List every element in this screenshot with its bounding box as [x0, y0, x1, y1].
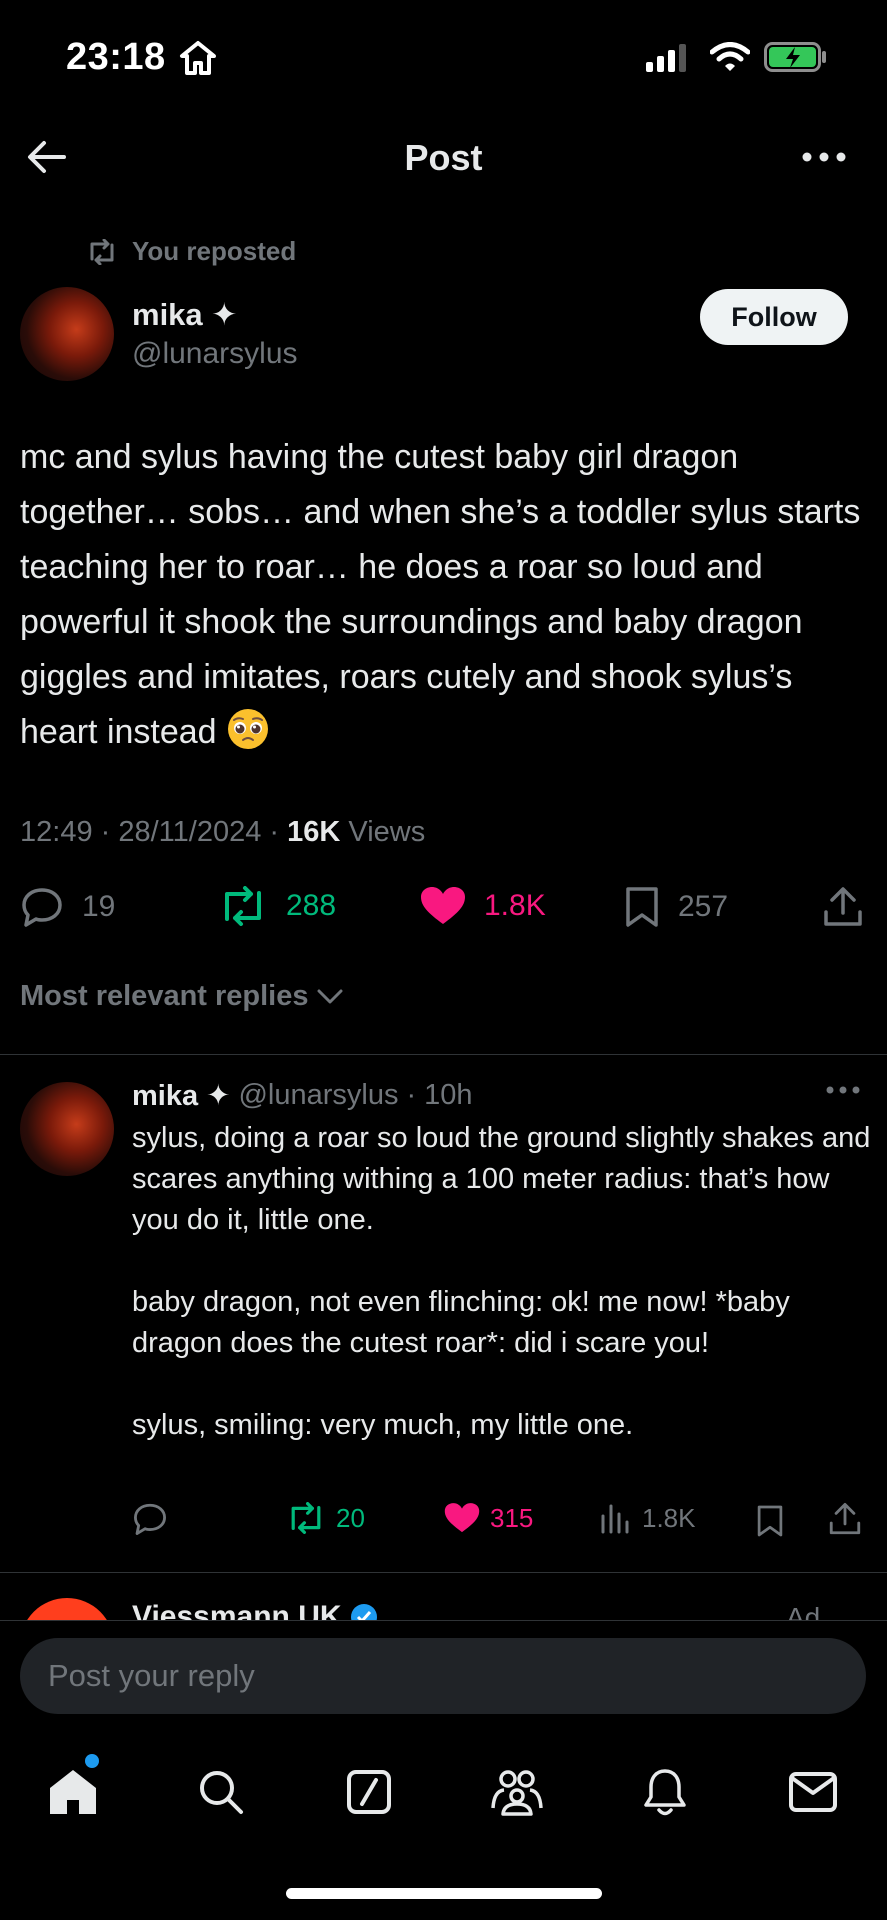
reply-share-button[interactable] — [828, 1502, 862, 1536]
reply-reply-button[interactable] — [132, 1502, 168, 1536]
repost-count: 288 — [286, 889, 337, 922]
replies-sort-dropdown[interactable]: Most relevant replies — [20, 980, 343, 1013]
reply-icon — [134, 1503, 166, 1535]
status-time: 23:18 — [66, 36, 166, 78]
reply-like-count: 315 — [490, 1502, 534, 1533]
ad-author-name-text: Viessmann UK — [132, 1600, 342, 1620]
post-text: mc and sylus having the cutest baby girl… — [20, 430, 870, 760]
views-chart-icon — [601, 1504, 629, 1534]
heart-filled-icon — [421, 887, 465, 924]
nav-home-tab[interactable] — [43, 1762, 103, 1822]
divider — [0, 1054, 887, 1055]
nav-communities-tab[interactable] — [487, 1762, 547, 1822]
author-handle[interactable]: @lunarsylus — [132, 337, 298, 371]
nav-search-tab[interactable] — [191, 1762, 251, 1822]
post-meta: 12:49 · 28/11/2024 · 16K Views — [20, 816, 426, 848]
reply-repost-button[interactable]: 20 — [286, 1502, 365, 1534]
share-button[interactable] — [822, 886, 864, 928]
reply-views-button[interactable]: 1.8K — [600, 1502, 696, 1534]
reply-input[interactable] — [20, 1638, 866, 1714]
author-avatar[interactable] — [20, 287, 114, 381]
reply-author-handle[interactable]: @lunarsylus — [238, 1079, 398, 1112]
share-icon — [824, 887, 862, 926]
battery-charging-icon — [764, 42, 828, 72]
reply-separator: · — [406, 1079, 417, 1111]
replies-sort-label: Most relevant replies — [20, 980, 309, 1012]
messages-envelope-icon — [789, 1772, 837, 1812]
notifications-bell-icon — [644, 1769, 686, 1816]
communities-icon — [491, 1770, 543, 1816]
author-name[interactable]: mika ✦ — [132, 297, 237, 333]
reply-bookmark-button[interactable] — [756, 1504, 784, 1538]
home-indicator — [286, 1888, 602, 1899]
post-time: 12:49 — [20, 816, 93, 848]
more-options-button[interactable] — [796, 140, 852, 174]
bookmark-count: 257 — [678, 890, 729, 923]
heart-filled-icon — [444, 1503, 480, 1533]
home-icon — [50, 1770, 96, 1814]
more-horizontal-icon — [802, 152, 846, 162]
page-title: Post — [404, 137, 483, 178]
reply-more-button[interactable] — [826, 1086, 860, 1094]
reply-count: 19 — [82, 890, 116, 923]
repost-context: You reposted — [86, 236, 296, 267]
reply-author-name[interactable]: mika ✦ — [132, 1078, 230, 1113]
bookmark-icon — [626, 887, 658, 927]
ad-avatar[interactable] — [20, 1598, 114, 1620]
search-icon — [200, 1771, 243, 1814]
verified-badge-icon — [350, 1604, 377, 1620]
pleading-face-emoji — [226, 707, 270, 751]
repost-icon — [291, 1502, 321, 1534]
like-count: 1.8K — [484, 889, 546, 922]
bookmark-icon — [757, 1505, 783, 1537]
bookmark-button[interactable]: 257 — [624, 886, 728, 928]
reply-button[interactable]: 19 — [20, 886, 115, 928]
ad-label: Ad — [786, 1602, 821, 1620]
reply-icon — [22, 888, 62, 927]
views-label: Views — [348, 816, 426, 848]
ad-author-name[interactable]: Viessmann UK — [132, 1600, 378, 1620]
nav-notifications-tab[interactable] — [635, 1762, 695, 1822]
like-button[interactable]: 1.8K — [420, 886, 546, 926]
repost-icon — [225, 886, 261, 926]
reply-age: 10h — [424, 1079, 473, 1111]
notification-dot — [85, 1754, 99, 1768]
reply-views-count: 1.8K — [642, 1502, 696, 1533]
post-body-text: mc and sylus having the cutest baby girl… — [20, 438, 870, 751]
reply-header: mika ✦ @lunarsylus · 10h — [132, 1078, 473, 1113]
repost-icon — [90, 238, 114, 265]
views-count: 16K — [287, 816, 341, 848]
follow-button[interactable]: Follow — [700, 289, 848, 345]
reply-avatar[interactable] — [20, 1082, 114, 1176]
ad-post-peek[interactable]: Viessmann UK Ad — [0, 1572, 887, 1620]
wifi-icon — [710, 42, 750, 72]
repost-button[interactable]: 288 — [218, 886, 336, 926]
nav-messages-tab[interactable] — [783, 1762, 843, 1822]
reply-repost-count: 20 — [336, 1502, 365, 1533]
share-icon — [829, 1503, 861, 1535]
reply-text: sylus, doing a roar so loud the ground s… — [132, 1122, 871, 1441]
more-horizontal-icon — [826, 1086, 860, 1094]
repost-label: You reposted — [132, 236, 297, 266]
home-status-icon — [179, 40, 217, 76]
grok-icon — [347, 1770, 391, 1814]
post-date: 28/11/2024 — [118, 816, 262, 848]
chevron-down-icon — [317, 989, 342, 1003]
signal-icon — [646, 44, 690, 72]
reply-like-button[interactable]: 315 — [444, 1502, 533, 1534]
nav-grok-tab[interactable] — [339, 1762, 399, 1822]
